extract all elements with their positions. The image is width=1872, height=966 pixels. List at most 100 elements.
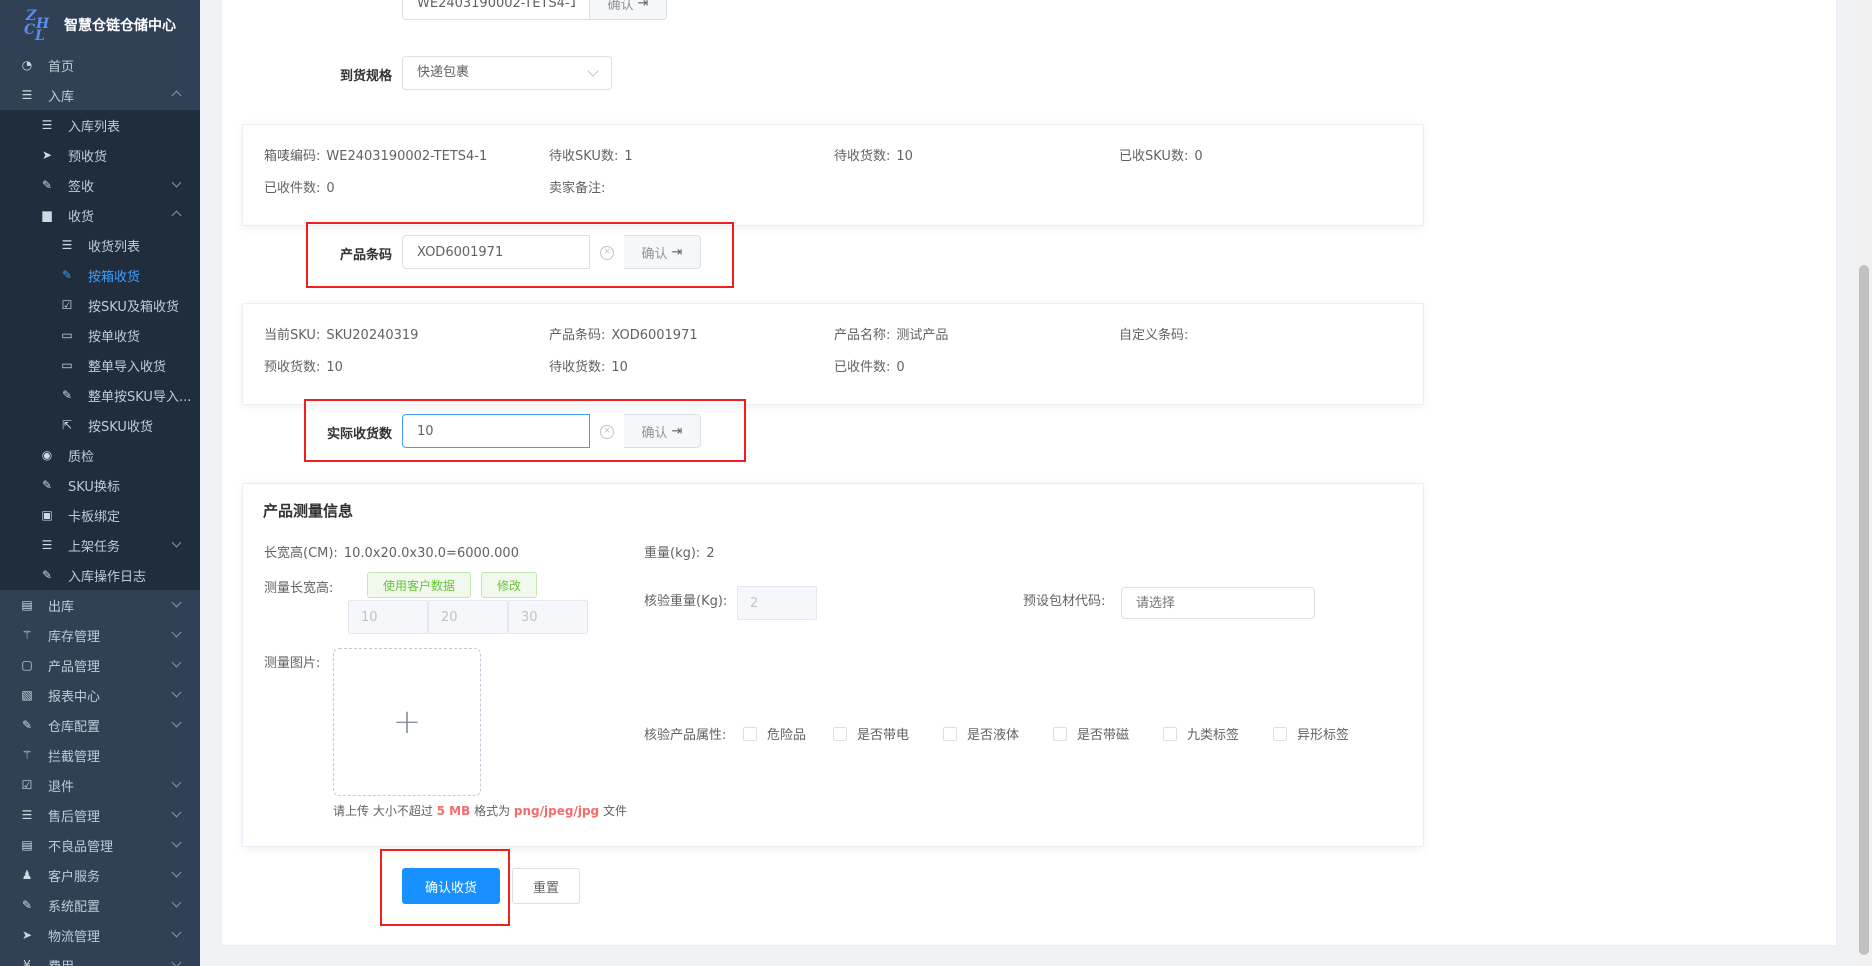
sidebar-item[interactable]: ✎ 系统配置 xyxy=(0,890,200,920)
sidebar-item[interactable]: ▣ 卡板绑定 xyxy=(0,500,200,530)
sidebar-item[interactable]: ➤ 物流管理 xyxy=(0,920,200,950)
sidebar-item[interactable]: ➤ 预收货 xyxy=(0,140,200,170)
printer-icon: ▤ xyxy=(21,598,33,612)
sidebar-item[interactable]: ☑ 按SKU及箱收货 xyxy=(0,290,200,320)
list-icon: ☰ xyxy=(41,118,53,132)
attr-checkbox[interactable]: 是否液体 xyxy=(943,724,1019,743)
attr-checkbox[interactable]: 异形标签 xyxy=(1273,724,1349,743)
checkbox-icon xyxy=(1053,726,1067,741)
box-mark-input[interactable] xyxy=(402,0,590,20)
barcode-confirm-button[interactable]: 确认 ⇥ xyxy=(624,235,701,269)
sidebar-item-label: 库存管理 xyxy=(48,629,101,645)
box-mark-confirm-button[interactable]: 确认 ⇥ xyxy=(590,0,667,20)
sidebar-item[interactable]: ▧ 报表中心 xyxy=(0,680,200,710)
sidebar-item-label: 售后管理 xyxy=(48,809,101,825)
sidebar-item[interactable]: ▢ 产品管理 xyxy=(0,650,200,680)
sidebar-item[interactable]: ¥ 费用 xyxy=(0,950,200,966)
sidebar-item[interactable]: ♟ 客户服务 xyxy=(0,860,200,890)
attr-checkbox[interactable]: 是否带磁 xyxy=(1053,724,1129,743)
sidebar-item[interactable]: ▭ 按单收货 xyxy=(0,320,200,350)
sidebar-item[interactable]: ☰ 上架任务 xyxy=(0,530,200,560)
sidebar-item[interactable]: ▭ 整单导入收货 xyxy=(0,350,200,380)
pre-qty-value: 10 xyxy=(326,360,343,375)
sku-barcode-label: 产品条码: xyxy=(549,328,606,343)
send-icon: ➤ xyxy=(41,148,53,162)
sidebar-item[interactable]: ☑ 退件 xyxy=(0,770,200,800)
actual-qty-label: 实际收货数 xyxy=(326,427,392,442)
checkbox-icon: ☑ xyxy=(61,298,73,312)
confirm-receive-button[interactable]: 确认收货 xyxy=(402,868,500,904)
sidebar-item-label: 客户服务 xyxy=(48,869,101,885)
sidebar-item-label: 整单导入收货 xyxy=(88,359,167,375)
sidebar-item[interactable]: ✎ 仓库配置 xyxy=(0,710,200,740)
sidebar-item-label: 按箱收货 xyxy=(88,269,141,285)
attr-checkbox-label: 危险品 xyxy=(767,728,807,743)
edit-icon: ✎ xyxy=(21,718,33,732)
checkbox-icon xyxy=(1163,726,1177,741)
sidebar-item[interactable]: ✎ 签收 xyxy=(0,170,200,200)
sidebar-item[interactable]: ✎ 按箱收货 xyxy=(0,260,200,290)
sidebar-item[interactable]: ☰ 入库列表 xyxy=(0,110,200,140)
sidebar-item[interactable]: ✎ SKU换标 xyxy=(0,470,200,500)
arrival-spec-select[interactable]: 快递包裹 xyxy=(402,56,612,90)
users-icon: ♟ xyxy=(21,868,33,882)
use-customer-data-button[interactable]: 使用客户数据 xyxy=(367,572,471,598)
edit-icon: ✎ xyxy=(41,178,53,192)
sidebar-item-label: 出库 xyxy=(48,599,75,615)
sidebar-item[interactable]: ☰ 售后管理 xyxy=(0,800,200,830)
sidebar-item[interactable]: ▆ 收货 xyxy=(0,200,200,230)
page-scrollbar[interactable] xyxy=(1856,0,1872,966)
scrollbar-thumb[interactable] xyxy=(1859,265,1869,955)
app-logo[interactable]: Z H C L 智慧仓链仓储中心 xyxy=(0,0,200,50)
sidebar: Z H C L 智慧仓链仓储中心 ◔ 首页 ☰ 入库 ☰ 入库列表 ➤ 预收货 ✎ 签收 ▆ 收货 ☰ 收… xyxy=(0,0,200,966)
sign-in-icon: ⇥ xyxy=(671,423,683,439)
seller-note-label: 卖家备注: xyxy=(549,181,606,196)
sidebar-item[interactable]: ◉ 质检 xyxy=(0,440,200,470)
attr-checkbox-label: 是否带磁 xyxy=(1077,728,1130,743)
sidebar-item[interactable]: ⇱ 按SKU收货 xyxy=(0,410,200,440)
width-input[interactable]: 20 xyxy=(428,600,508,634)
sidebar-item[interactable]: ☰ 入库 xyxy=(0,80,200,110)
checkbox-icon xyxy=(833,726,847,741)
actual-qty-confirm-button[interactable]: 确认 ⇥ xyxy=(624,414,701,448)
height-input[interactable]: 30 xyxy=(508,600,588,634)
weight-value: 2 xyxy=(706,546,715,561)
sidebar-item[interactable]: ☰ 收货列表 xyxy=(0,230,200,260)
upload-hint: 请上传 大小不超过 5 MB 格式为 png/jpeg/jpg 文件 xyxy=(333,804,627,818)
attr-checkbox[interactable]: 危险品 xyxy=(743,724,806,743)
photo-upload[interactable]: + xyxy=(333,648,481,796)
sidebar-item[interactable]: ✎ 入库操作日志 xyxy=(0,560,200,590)
package-code-select[interactable] xyxy=(1121,587,1315,619)
sku-pending-qty-label: 待收货数: xyxy=(549,360,606,375)
attr-checkbox[interactable]: 九类标签 xyxy=(1163,724,1239,743)
actual-qty-input[interactable] xyxy=(402,414,590,448)
chevron-down-icon xyxy=(171,597,182,608)
sidebar-item[interactable]: ⚚ 库存管理 xyxy=(0,620,200,650)
clear-icon[interactable]: × xyxy=(600,425,614,439)
sidebar-item-label: 退件 xyxy=(48,779,75,795)
sidebar-item-label: 上架任务 xyxy=(68,539,121,555)
sidebar-item[interactable]: ⚚ 拦截管理 xyxy=(0,740,200,770)
sidebar-item-label: SKU换标 xyxy=(68,479,120,495)
sidebar-item[interactable]: ▤ 出库 xyxy=(0,590,200,620)
pre-qty-label: 预收货数: xyxy=(264,360,321,375)
chevron-down-icon xyxy=(171,837,182,848)
attr-checkbox[interactable]: 是否带电 xyxy=(833,724,909,743)
sidebar-item[interactable]: ✎ 整单按SKU导入... xyxy=(0,380,200,410)
barcode-input[interactable] xyxy=(402,235,590,269)
reset-button[interactable]: 重置 xyxy=(512,868,580,904)
pending-sku-label: 待收SKU数: xyxy=(549,149,619,164)
arrival-spec-label: 到货规格 xyxy=(339,69,392,84)
chevron-down-icon xyxy=(171,717,182,728)
chevron-up-icon xyxy=(171,210,182,221)
sidebar-item[interactable]: ▤ 不良品管理 xyxy=(0,830,200,860)
modify-button[interactable]: 修改 xyxy=(481,572,537,598)
check-weight-input[interactable]: 2 xyxy=(737,586,817,620)
attr-label: 核验产品属性: xyxy=(644,728,727,743)
length-input[interactable]: 10 xyxy=(348,600,428,634)
sidebar-item[interactable]: ◔ 首页 xyxy=(0,50,200,80)
sidebar-item-label: 按SKU及箱收货 xyxy=(88,299,179,315)
received-sku-label: 已收SKU数: xyxy=(1119,149,1189,164)
dims-value: 10.0x20.0x30.0=6000.000 xyxy=(343,546,519,561)
clear-icon[interactable]: × xyxy=(600,246,614,260)
